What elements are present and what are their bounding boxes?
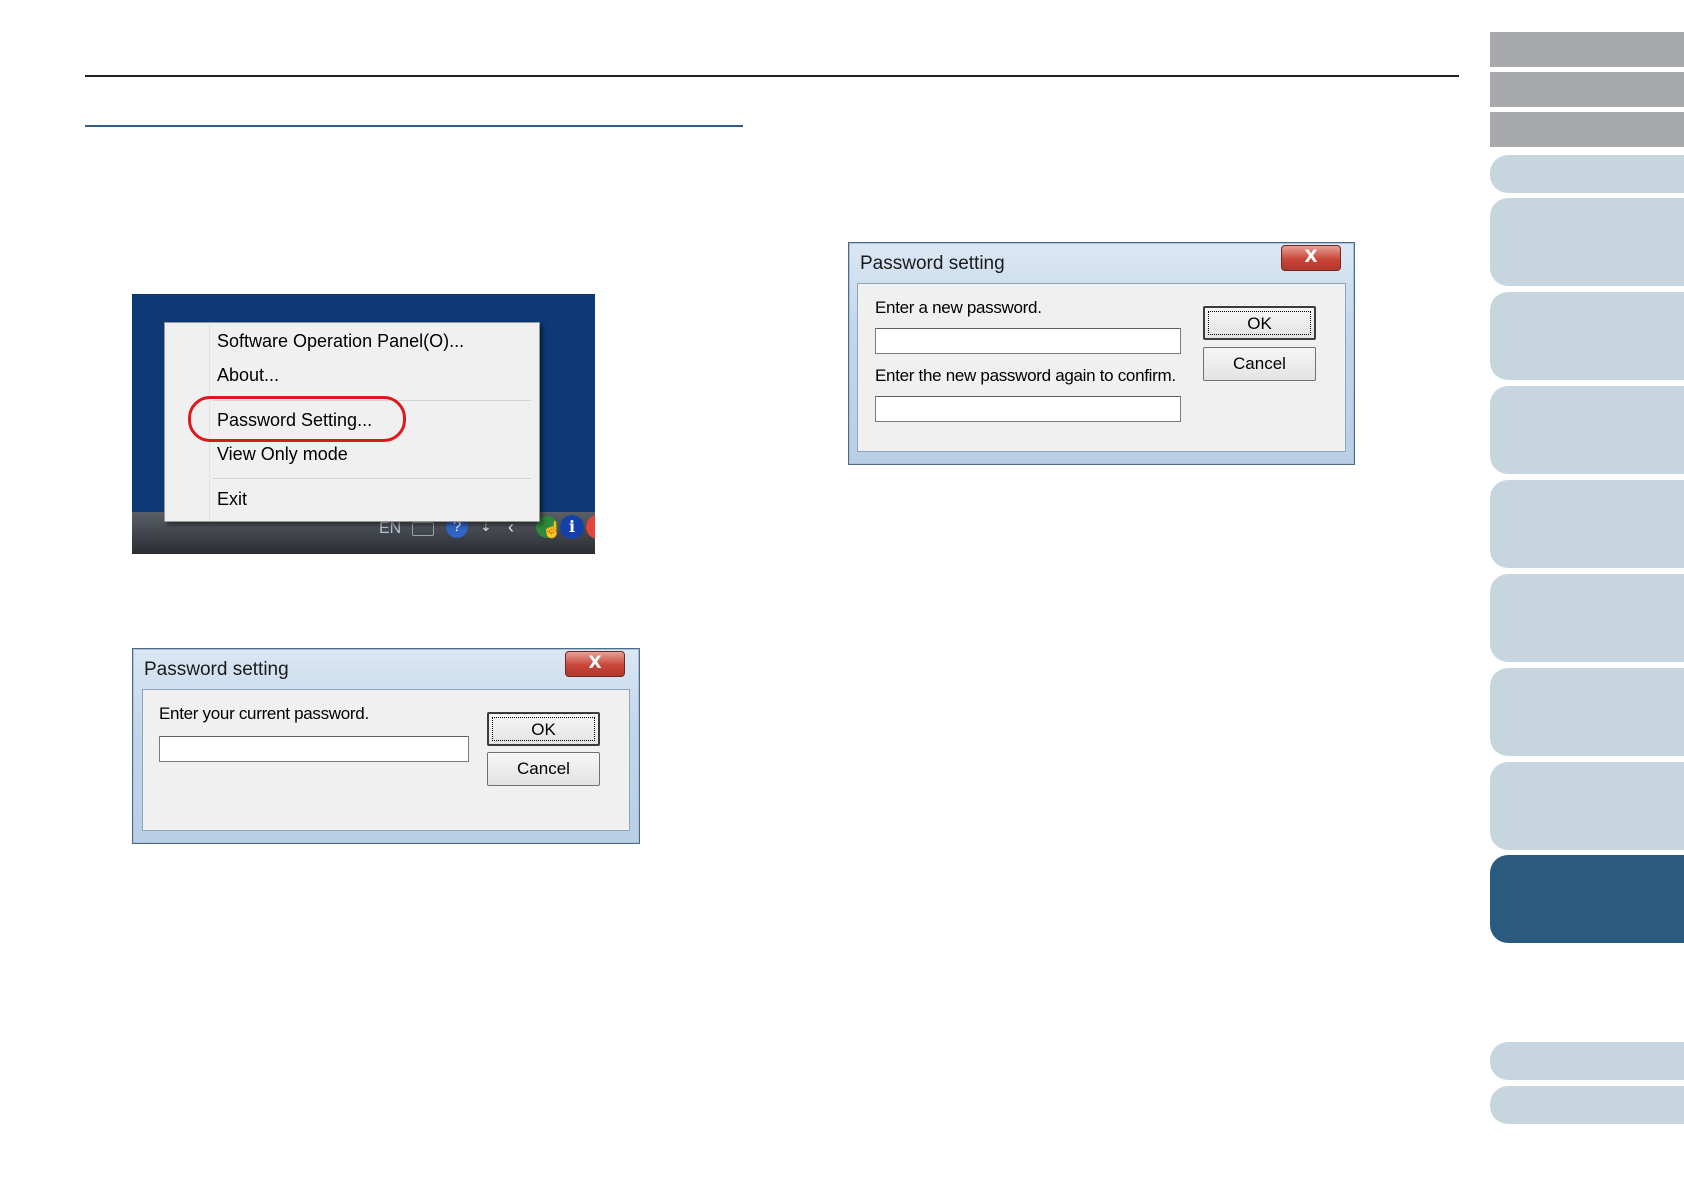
new-password-label: Enter a new password.	[875, 298, 1042, 317]
side-tab-bottom-1[interactable]	[1490, 1042, 1684, 1080]
cancel-button[interactable]: Cancel	[1203, 347, 1316, 381]
dialog-body: Enter a new password. Enter the new pass…	[857, 283, 1346, 452]
info-icon[interactable]: i	[560, 515, 584, 539]
language-indicator[interactable]: EN	[379, 520, 401, 538]
section-heading-rule	[85, 125, 743, 127]
side-tab-9[interactable]	[1490, 574, 1684, 662]
tray-menu-screenshot: EN ? ⇣ ‹ ☝ i Software Operation Panel(O)…	[132, 294, 595, 554]
side-tab-2[interactable]	[1490, 72, 1684, 107]
menu-item-software-operation-panel[interactable]: Software Operation Panel(O)...	[217, 331, 464, 352]
menu-item-exit[interactable]: Exit	[217, 489, 247, 510]
current-password-dialog: Password setting X Enter your current pa…	[132, 648, 640, 844]
close-button[interactable]: X	[565, 651, 625, 677]
side-tab-bottom-2[interactable]	[1490, 1086, 1684, 1124]
close-button[interactable]: X	[1281, 245, 1341, 271]
side-tab-active[interactable]	[1490, 855, 1684, 943]
side-tab-11[interactable]	[1490, 762, 1684, 850]
new-password-field[interactable]	[875, 328, 1181, 354]
dialog-body: Enter your current password. OK Cancel	[142, 689, 630, 831]
new-password-dialog: Password setting X Enter a new password.…	[848, 242, 1355, 465]
current-password-label: Enter your current password.	[159, 704, 369, 723]
menu-separator	[213, 478, 531, 479]
page-top-rule	[85, 75, 1459, 77]
side-tab-5[interactable]	[1490, 198, 1684, 286]
side-tab-10[interactable]	[1490, 668, 1684, 756]
side-tab-3[interactable]	[1490, 112, 1684, 147]
side-tab-6[interactable]	[1490, 292, 1684, 380]
dialog-title: Password setting	[860, 253, 1005, 274]
focus-rect	[1208, 311, 1311, 335]
keyboard-icon[interactable]	[412, 522, 434, 536]
menu-item-view-only-mode[interactable]: View Only mode	[217, 444, 348, 465]
current-password-field[interactable]	[159, 736, 469, 762]
hand-cursor-icon: ☝	[542, 522, 562, 539]
side-tab-4[interactable]	[1490, 155, 1684, 193]
ok-button[interactable]: OK	[487, 712, 600, 746]
ok-button[interactable]: OK	[1203, 306, 1316, 340]
cancel-button[interactable]: Cancel	[487, 752, 600, 786]
side-tab-7[interactable]	[1490, 386, 1684, 474]
confirm-password-label: Enter the new password again to confirm.	[875, 366, 1176, 385]
focus-rect	[492, 717, 595, 741]
highlight-ring	[188, 396, 406, 442]
menu-item-about[interactable]: About...	[217, 365, 279, 386]
confirm-password-field[interactable]	[875, 396, 1181, 422]
dialog-title: Password setting	[144, 659, 289, 680]
side-tab-8[interactable]	[1490, 480, 1684, 568]
side-tab-1[interactable]	[1490, 32, 1684, 67]
